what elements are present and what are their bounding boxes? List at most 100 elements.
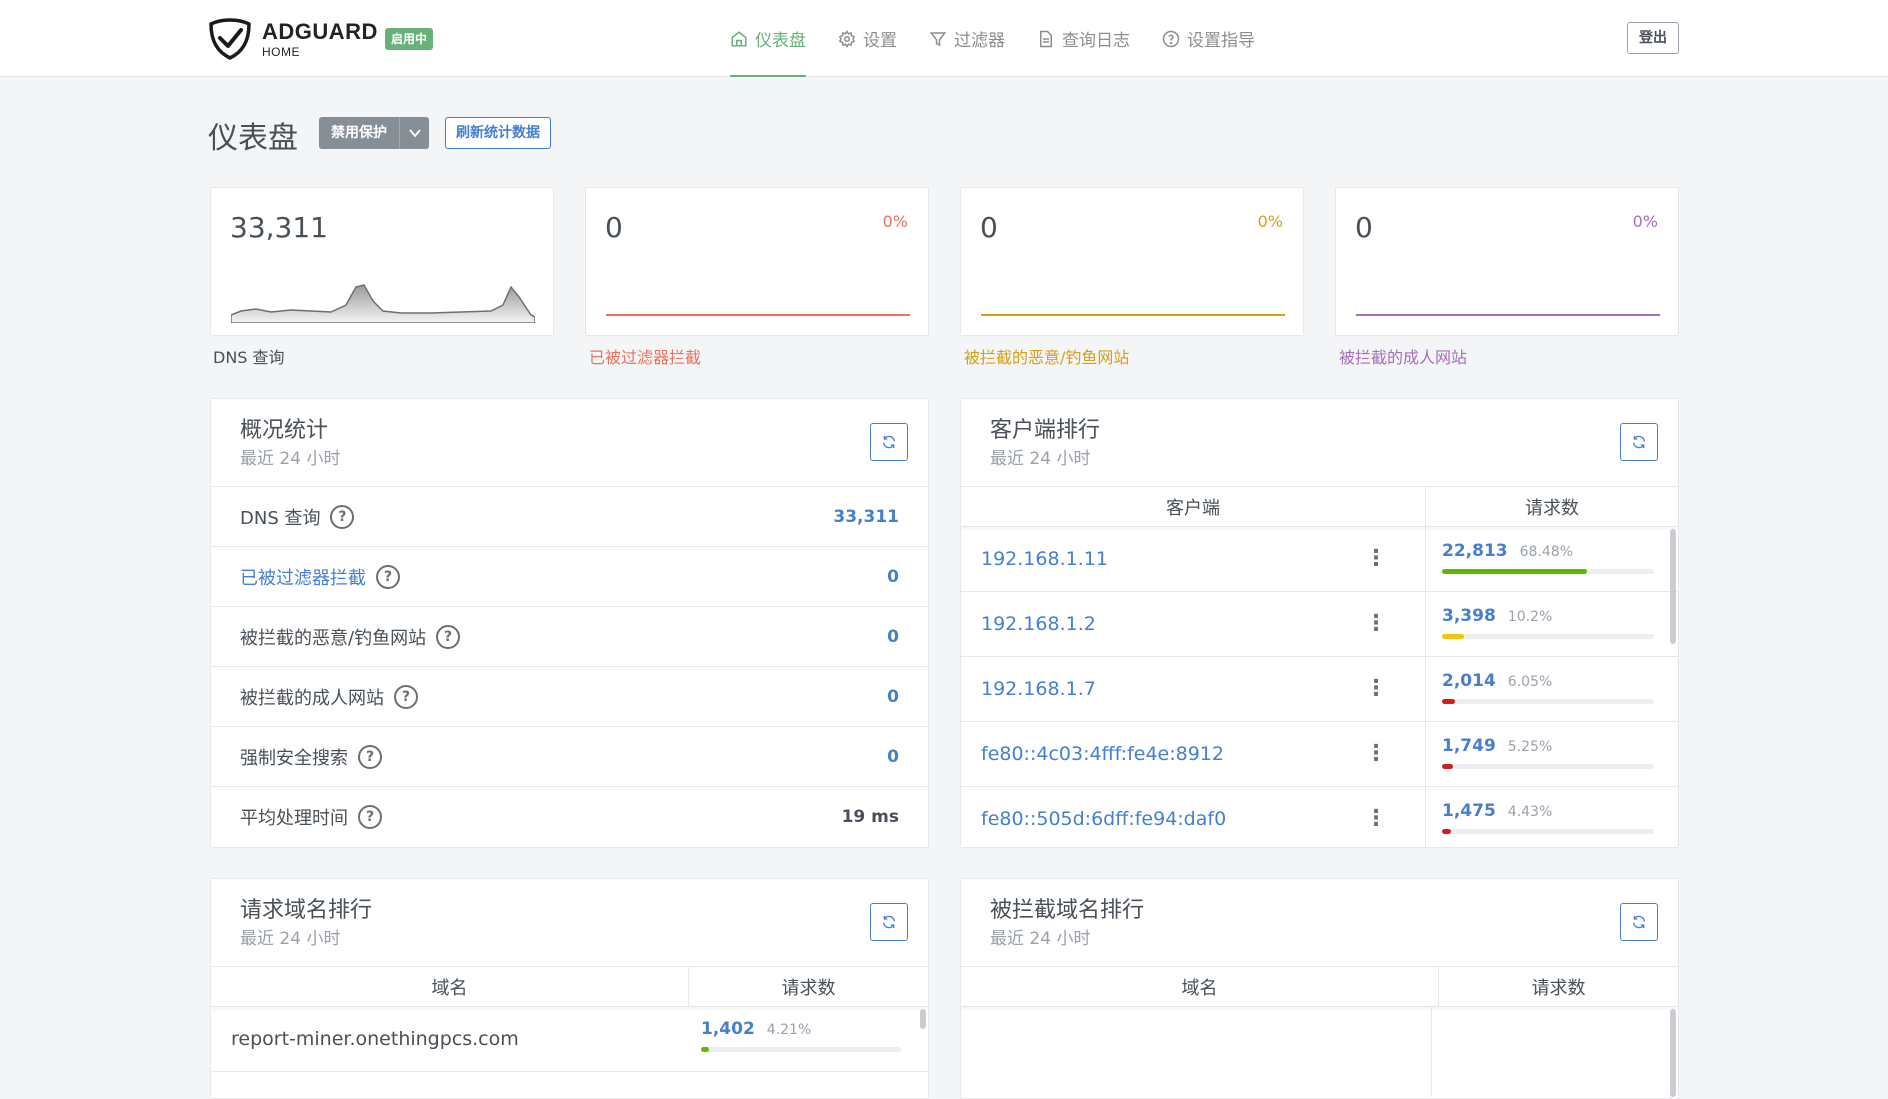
card-subtitle: 最近 24 小时 — [990, 449, 1091, 469]
progress-bar — [1442, 699, 1654, 704]
clients-table: 客户端 请求数 192.168.1.11 ⋮ 22,813 68.48% 192.1… — [961, 486, 1678, 847]
gear-icon — [838, 29, 856, 48]
domain-name[interactable]: report-miner.onethingpcs.com — [211, 1007, 689, 1071]
table-row: fe80::4c03:4fff:fe4e:8912 ⋮ 1,749 5.25% — [961, 722, 1678, 787]
logout-button[interactable]: 登出 — [1627, 22, 1679, 54]
filter-blocked-card: 0 0% — [585, 187, 929, 336]
col-domain-header[interactable]: 域名 — [211, 967, 689, 1006]
progress-bar — [1442, 569, 1654, 574]
refresh-icon-button[interactable] — [870, 903, 908, 941]
stat-value: 0 — [1355, 211, 1373, 244]
table-header: 客户端 请求数 — [961, 487, 1678, 527]
request-count: 22,813 — [1442, 541, 1508, 561]
help-icon[interactable]: ? — [358, 744, 382, 769]
nav-settings-label: 设置 — [863, 31, 897, 51]
nav-query-log-label: 查询日志 — [1062, 31, 1130, 51]
row-value[interactable]: 0 — [887, 567, 899, 587]
top-clients-card: 客户端排行 最近 24 小时 客户端 请求数 192.168.1.11 ⋮ 22,… — [960, 398, 1679, 848]
row-value[interactable]: 0 — [887, 627, 899, 647]
request-count: 1,475 — [1442, 801, 1496, 821]
overview-row-dns: DNS 查询? 33,311 — [211, 487, 928, 547]
more-options-icon[interactable]: ⋮ — [1365, 548, 1387, 570]
col-requests-header[interactable]: 请求数 — [1439, 967, 1678, 1006]
overview-row-filtered: 已被过滤器拦截? 0 — [211, 547, 928, 607]
top-header: ADGUARD HOME 启用中 仪表盘 设置 过滤器 查询日志 设置指导 登出 — [0, 0, 1888, 77]
page-title: 仪表盘 — [208, 121, 298, 156]
table-scrollbar[interactable] — [1670, 529, 1676, 644]
refresh-icon — [883, 915, 895, 929]
table-scrollbar[interactable] — [920, 1009, 926, 1029]
overview-stats-card: 概况统计 最近 24 小时 DNS 查询? 33,311 已被过滤器拦截? 0 … — [210, 398, 929, 848]
progress-bar — [701, 1047, 901, 1052]
chevron-down-icon[interactable] — [399, 117, 429, 149]
refresh-icon-button[interactable] — [1620, 423, 1658, 461]
adult-blocked-sparkline — [1356, 314, 1660, 316]
client-link[interactable]: 192.168.1.11 — [981, 548, 1108, 570]
request-count: 3,398 — [1442, 606, 1496, 626]
nav-dashboard[interactable]: 仪表盘 — [730, 0, 806, 77]
refresh-stats-button[interactable]: 刷新统计数据 — [445, 117, 551, 149]
nav-filters[interactable]: 过滤器 — [929, 0, 1005, 77]
disable-protection-button[interactable]: 禁用保护 — [319, 117, 429, 149]
client-link[interactable]: 192.168.1.2 — [981, 613, 1096, 635]
table-header: 域名 请求数 — [211, 967, 928, 1007]
table-row: 192.168.1.2 ⋮ 3,398 10.2% — [961, 592, 1678, 657]
col-domain-header[interactable]: 域名 — [961, 967, 1439, 1006]
card-title: 客户端排行 — [990, 418, 1101, 443]
client-link[interactable]: fe80::505d:6dff:fe94:daf0 — [981, 808, 1226, 830]
top-domains-table-body: report-miner.onethingpcs.com 1,402 4.21% — [211, 1007, 928, 1072]
refresh-icon-button[interactable] — [870, 423, 908, 461]
malware-blocked-card: 0 0% — [960, 187, 1304, 336]
card-subtitle: 最近 24 小时 — [240, 929, 341, 949]
col-client-header[interactable]: 客户端 — [961, 487, 1426, 526]
progress-bar — [1442, 764, 1654, 769]
request-percent: 68.48% — [1519, 544, 1573, 560]
row-value[interactable]: 0 — [887, 687, 899, 707]
disable-protection-label[interactable]: 禁用保护 — [319, 117, 399, 149]
card-subtitle: 最近 24 小时 — [240, 449, 341, 469]
adult-blocked-card: 0 0% — [1335, 187, 1679, 336]
more-options-icon[interactable]: ⋮ — [1365, 743, 1387, 765]
logo-text: ADGUARD — [262, 19, 378, 44]
help-icon[interactable]: ? — [330, 504, 355, 529]
table-scrollbar[interactable] — [1670, 1009, 1676, 1097]
row-value[interactable]: 0 — [887, 747, 899, 767]
help-icon[interactable]: ? — [358, 805, 382, 829]
protection-status-badge: 启用中 — [385, 28, 434, 50]
table-row: report-miner.onethingpcs.com 1,402 4.21% — [211, 1007, 928, 1072]
nav-setup-guide-label: 设置指导 — [1187, 31, 1255, 51]
nav-query-log[interactable]: 查询日志 — [1037, 0, 1130, 77]
nav-settings[interactable]: 设置 — [838, 0, 897, 77]
stat-percent: 0% — [882, 212, 908, 231]
progress-fill — [701, 1047, 710, 1052]
table-header: 域名 请求数 — [961, 967, 1678, 1007]
help-icon[interactable]: ? — [376, 564, 400, 589]
main-nav: 仪表盘 设置 过滤器 查询日志 设置指导 — [730, 0, 1287, 77]
progress-fill — [1442, 829, 1452, 834]
filter-blocked-label: 已被过滤器拦截 — [589, 348, 702, 367]
help-icon[interactable]: ? — [436, 624, 461, 649]
refresh-icon — [1633, 915, 1645, 929]
nav-setup-guide[interactable]: 设置指导 — [1162, 0, 1255, 77]
row-value: 19 ms — [841, 807, 899, 827]
row-label: 平均处理时间 — [240, 808, 348, 829]
client-link[interactable]: fe80::4c03:4fff:fe4e:8912 — [981, 743, 1224, 765]
col-requests-header[interactable]: 请求数 — [689, 967, 928, 1006]
adguard-shield-logo[interactable] — [208, 18, 252, 60]
request-count: 2,014 — [1442, 671, 1496, 691]
progress-fill — [1442, 569, 1588, 574]
row-value[interactable]: 33,311 — [833, 507, 899, 527]
card-subtitle: 最近 24 小时 — [990, 929, 1091, 949]
row-label[interactable]: 已被过滤器拦截 — [240, 564, 366, 590]
malware-blocked-label: 被拦截的恶意/钓鱼网站 — [964, 348, 1130, 367]
more-options-icon[interactable]: ⋮ — [1365, 678, 1387, 700]
col-requests-header[interactable]: 请求数 — [1426, 487, 1678, 526]
help-circle-icon — [1162, 30, 1180, 47]
refresh-icon-button[interactable] — [1620, 903, 1658, 941]
client-link[interactable]: 192.168.1.7 — [981, 678, 1096, 700]
more-options-icon[interactable]: ⋮ — [1365, 613, 1387, 635]
card-title: 被拦截域名排行 — [990, 898, 1145, 923]
more-options-icon[interactable]: ⋮ — [1365, 808, 1387, 830]
help-icon[interactable]: ? — [394, 684, 418, 709]
nav-filters-label: 过滤器 — [954, 31, 1005, 51]
